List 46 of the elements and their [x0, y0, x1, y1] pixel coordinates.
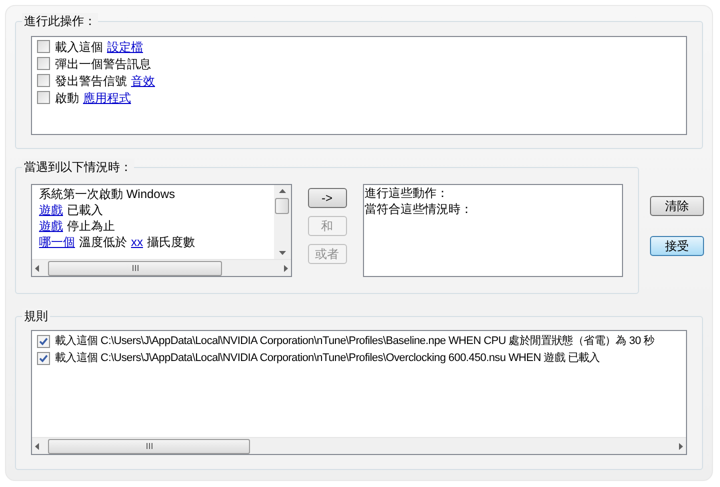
group-title: 規則 — [22, 308, 50, 324]
grip-icon — [132, 265, 138, 271]
grip-icon — [146, 443, 152, 449]
label-text: 彈出一個警告訊息 — [55, 56, 151, 72]
horizontal-scrollbar[interactable] — [32, 259, 290, 276]
link[interactable]: 哪一個 — [39, 233, 75, 251]
dialog-button[interactable]: 清除 — [650, 196, 704, 216]
link[interactable]: 應用程式 — [83, 88, 131, 106]
label-text: 載入這個 — [55, 38, 103, 56]
checkbox[interactable] — [37, 352, 50, 365]
rule-text: 載入這個 C:\Users\J\AppData\Local\NVIDIA Corporation\nTune\Profiles\Baseline.npe WHEN CPU 處於閒置狀態（省電）為 30 秒 — [55, 334, 654, 350]
left-arrow-icon — [35, 264, 40, 272]
link[interactable]: 音效 — [131, 72, 155, 90]
link[interactable]: 遊戲 — [39, 201, 63, 219]
label-text: 溫度低於 — [79, 234, 127, 251]
right-arrow-icon — [678, 442, 683, 450]
scroll-thumb[interactable] — [48, 260, 222, 276]
checkbox[interactable] — [37, 335, 50, 348]
horizontal-scrollbar[interactable] — [32, 437, 686, 454]
link[interactable]: 設定檔 — [107, 38, 143, 56]
rule-text: 載入這個 C:\Users\J\AppData\Local\NVIDIA Corporation\nTune\Profiles\Overclocking 600.450.nsu WHEN 遊戲 已載入 — [55, 350, 600, 366]
scroll-thumb[interactable] — [48, 438, 250, 454]
group-title: 當遇到以下情況時： — [22, 159, 134, 175]
label-text: 攝氏度數 — [147, 234, 195, 251]
summary-line: 當符合這些情況時： — [364, 201, 474, 217]
label-text: 啟動 — [55, 90, 79, 106]
label-text: 發出警告信號 — [55, 72, 127, 90]
dialog-button[interactable]: 接受 — [650, 236, 704, 256]
checkbox[interactable] — [37, 74, 50, 87]
action-button[interactable]: -> — [308, 188, 346, 208]
checkbox[interactable] — [37, 40, 50, 53]
checkbox[interactable] — [37, 91, 50, 104]
label-text: 系統第一次啟動 Windows — [39, 186, 176, 203]
down-arrow-icon — [278, 250, 286, 255]
left-arrow-icon — [35, 442, 40, 450]
scroll-thumb[interactable] — [275, 198, 289, 214]
group-title: 進行此操作： — [22, 13, 98, 29]
right-arrow-icon — [282, 264, 288, 272]
checkbox[interactable] — [37, 57, 50, 70]
label-text: 已載入 — [67, 202, 103, 219]
link[interactable]: xx — [131, 233, 143, 251]
link[interactable]: 遊戲 — [39, 217, 63, 235]
up-arrow-icon — [278, 189, 286, 194]
label-text: 停止為止 — [67, 218, 115, 235]
vertical-scrollbar[interactable] — [274, 185, 290, 259]
summary-line: 進行這些動作： — [364, 185, 450, 201]
